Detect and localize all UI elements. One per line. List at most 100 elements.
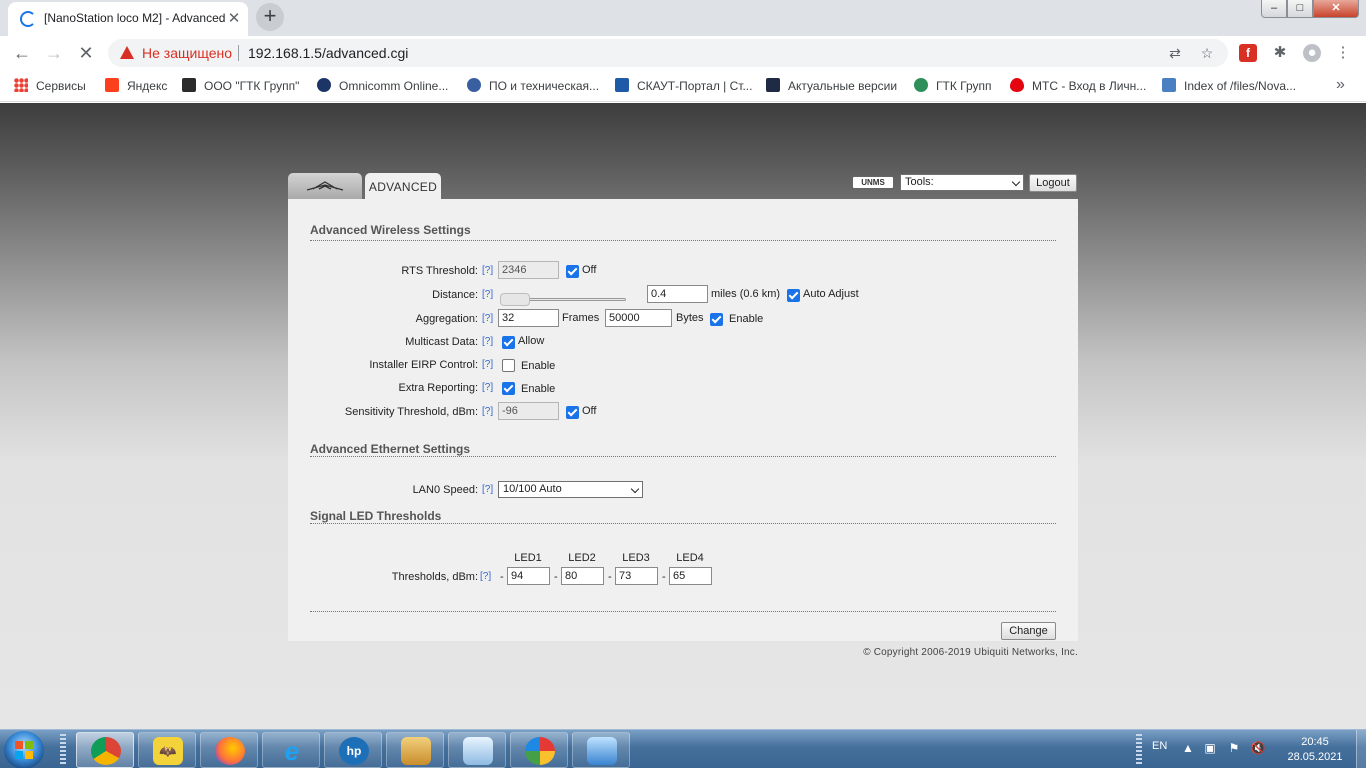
back-arrow-icon[interactable]: ← bbox=[10, 41, 34, 65]
index-icon bbox=[1162, 78, 1176, 92]
eirp-enable-checkbox[interactable] bbox=[502, 359, 515, 372]
bookmark-item[interactable]: ПО и техническая... bbox=[467, 77, 599, 95]
sensitivity-help-link[interactable]: [?] bbox=[482, 406, 493, 417]
rts-off-checkbox[interactable] bbox=[566, 265, 579, 278]
extensions-puzzle-icon[interactable]: ✱ bbox=[1271, 44, 1289, 62]
eirp-enable-label: Enable bbox=[521, 360, 556, 372]
change-button[interactable]: Change bbox=[1001, 622, 1056, 640]
led4-threshold-input[interactable]: 65 bbox=[669, 567, 712, 585]
lan-help-link[interactable]: [?] bbox=[482, 484, 493, 495]
paint-icon bbox=[525, 737, 555, 765]
mts-icon bbox=[1010, 78, 1024, 92]
chrome-icon bbox=[91, 737, 121, 765]
multicast-allow-checkbox[interactable] bbox=[502, 336, 515, 349]
aggregation-help-link[interactable]: [?] bbox=[482, 313, 493, 324]
multicast-allow-label: Allow bbox=[518, 335, 545, 347]
browser-tab-active[interactable]: [NanoStation loco M2] - Advanced ✕ bbox=[8, 2, 248, 36]
distance-help-link[interactable]: [?] bbox=[482, 289, 493, 300]
bookmark-item[interactable]: Index of /files/Nova... bbox=[1162, 77, 1296, 95]
multicast-help-link[interactable]: [?] bbox=[482, 336, 493, 347]
bookmark-item[interactable]: Omnicomm Online... bbox=[317, 77, 448, 95]
bookmark-item[interactable]: ГТК Групп bbox=[914, 77, 992, 95]
taskbar-notepad[interactable] bbox=[448, 732, 506, 768]
omnicomm-icon bbox=[317, 78, 331, 92]
threshold-dash: - bbox=[554, 571, 558, 583]
taskbar-files[interactable] bbox=[386, 732, 444, 768]
taskbar-paint[interactable] bbox=[510, 732, 568, 768]
eirp-control-label: Installer EIRP Control: bbox=[369, 359, 478, 371]
extra-reporting-checkbox[interactable] bbox=[502, 382, 515, 395]
tray-device-icon[interactable]: ▣ bbox=[1202, 740, 1218, 756]
extra-help-link[interactable]: [?] bbox=[482, 382, 493, 393]
rts-help-link[interactable]: [?] bbox=[482, 265, 493, 276]
window-close-button[interactable]: ✕ bbox=[1313, 0, 1359, 18]
auto-adjust-label: Auto Adjust bbox=[803, 288, 859, 300]
translate-icon[interactable]: ⇄ bbox=[1166, 45, 1184, 61]
show-desktop-button[interactable] bbox=[1356, 730, 1366, 768]
bookmarks-bar: Сервисы Яндекс ООО "ГТК Групп" Omnicomm … bbox=[0, 70, 1366, 102]
logout-button[interactable]: Logout bbox=[1029, 174, 1077, 192]
led1-threshold-input[interactable]: 94 bbox=[507, 567, 550, 585]
bookmark-item[interactable]: МТС - Вход в Личн... bbox=[1010, 77, 1146, 95]
url-text[interactable]: 192.168.1.5/advanced.cgi bbox=[248, 45, 408, 61]
chrome-menu-icon[interactable]: ⋮ bbox=[1334, 44, 1352, 62]
unms-button[interactable]: UNMS bbox=[852, 176, 894, 189]
tab-advanced[interactable]: ADVANCED bbox=[365, 173, 441, 199]
tab-close-icon[interactable]: ✕ bbox=[226, 10, 242, 28]
led3-header: LED3 bbox=[622, 552, 650, 564]
thresholds-label: Thresholds, dBm: bbox=[391, 571, 478, 583]
start-button[interactable] bbox=[4, 731, 44, 768]
window-minimize-button[interactable]: – bbox=[1261, 0, 1287, 18]
distance-slider-handle[interactable] bbox=[500, 293, 530, 306]
taskbar-ie[interactable]: e bbox=[262, 732, 320, 768]
window-maximize-button[interactable]: □ bbox=[1287, 0, 1313, 18]
led2-threshold-input[interactable]: 80 bbox=[561, 567, 604, 585]
hp-icon: hp bbox=[339, 737, 369, 765]
taskbar-hp[interactable]: hp bbox=[324, 732, 382, 768]
distance-input[interactable]: 0.4 bbox=[647, 285, 708, 303]
taskbar-clock[interactable]: 20:45 28.05.2021 bbox=[1270, 735, 1360, 765]
stop-loading-icon[interactable]: ✕ bbox=[74, 41, 98, 65]
bookmark-item[interactable]: ООО "ГТК Групп" bbox=[182, 77, 299, 95]
firefox-icon bbox=[215, 737, 245, 765]
taskbar-control-panel[interactable] bbox=[572, 732, 630, 768]
clock-date: 28.05.2021 bbox=[1287, 751, 1343, 763]
security-status[interactable]: Не защищено bbox=[142, 45, 232, 61]
clock-time: 20:45 bbox=[1301, 736, 1329, 748]
bookmark-item[interactable]: СКАУТ-Портал | Ст... bbox=[615, 77, 752, 95]
thresholds-help-link[interactable]: [?] bbox=[480, 571, 491, 582]
auto-adjust-checkbox[interactable] bbox=[787, 289, 800, 302]
windows-logo-icon bbox=[15, 741, 33, 759]
eirp-help-link[interactable]: [?] bbox=[482, 359, 493, 370]
aggregation-bytes-input[interactable]: 50000 bbox=[605, 309, 672, 327]
lan-speed-select[interactable]: 10/100 Auto bbox=[498, 481, 643, 498]
bookmark-item[interactable]: Сервисы bbox=[14, 77, 86, 95]
sensitivity-off-checkbox[interactable] bbox=[566, 406, 579, 419]
main-tab-ubiquiti-logo[interactable] bbox=[288, 173, 362, 199]
chevron-down-icon bbox=[630, 484, 640, 494]
apps-icon bbox=[14, 78, 28, 92]
taskbar-chrome[interactable] bbox=[76, 732, 134, 768]
led3-threshold-input[interactable]: 73 bbox=[615, 567, 658, 585]
aggregation-enable-checkbox[interactable] bbox=[710, 313, 723, 326]
volume-muted-icon[interactable]: 🔇 bbox=[1250, 740, 1266, 756]
bookmark-item[interactable]: Актуальные версии bbox=[766, 77, 897, 95]
bookmark-item[interactable]: Яндекс bbox=[105, 77, 167, 95]
rts-threshold-input[interactable]: 2346 bbox=[498, 261, 559, 279]
tray-flag-icon[interactable]: ⚑ bbox=[1226, 740, 1242, 756]
language-indicator[interactable]: EN bbox=[1152, 740, 1167, 752]
taskbar-firefox[interactable] bbox=[200, 732, 258, 768]
sensitivity-input[interactable]: -96 bbox=[498, 402, 559, 420]
bookmark-star-icon[interactable]: ☆ bbox=[1198, 45, 1216, 61]
tray-expand-icon[interactable]: ▲ bbox=[1180, 740, 1196, 756]
address-bar[interactable]: Не защищено 192.168.1.5/advanced.cgi ⇄ ☆ bbox=[108, 39, 1228, 67]
forward-arrow-icon[interactable]: → bbox=[42, 41, 66, 65]
profile-avatar-icon[interactable]: ● bbox=[1303, 44, 1321, 62]
tools-select[interactable]: Tools: bbox=[900, 174, 1024, 191]
taskbar-batman[interactable]: 🦇 bbox=[138, 732, 196, 768]
bookmarks-overflow-icon[interactable]: » bbox=[1336, 76, 1345, 94]
new-tab-button[interactable]: + bbox=[256, 3, 284, 31]
aggregation-frames-input[interactable]: 32 bbox=[498, 309, 559, 327]
sensitivity-label: Sensitivity Threshold, dBm: bbox=[344, 406, 478, 418]
flash-extension-icon[interactable]: f bbox=[1239, 44, 1257, 62]
